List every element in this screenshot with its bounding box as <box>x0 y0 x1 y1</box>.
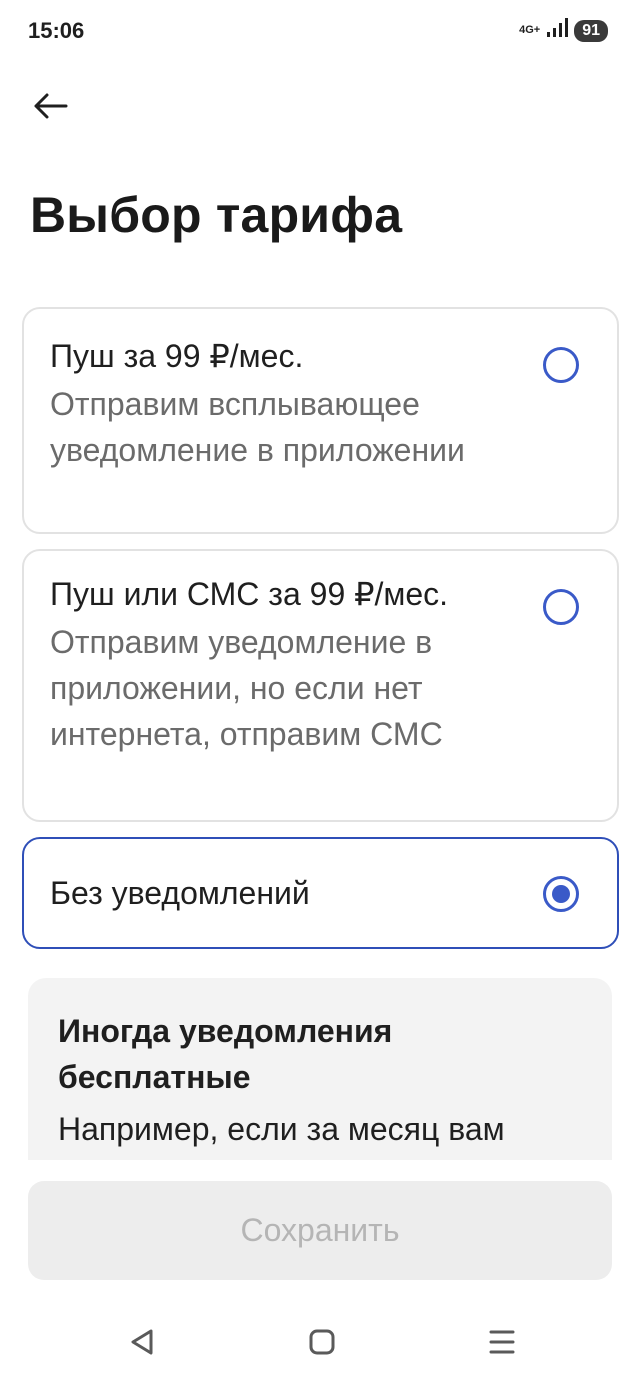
nav-home-button[interactable] <box>300 1322 344 1366</box>
option-title: Пуш за 99 ₽/мес. <box>50 338 304 374</box>
tariff-option-push-or-sms[interactable]: Пуш или СМС за 99 ₽/мес. Отправим уведом… <box>22 549 619 822</box>
info-panel: Иногда уведомления бесплатные Например, … <box>28 978 612 1160</box>
info-title: Иногда уведомления бесплатные <box>58 1013 393 1095</box>
menu-lines-icon <box>488 1329 516 1360</box>
nav-back-button[interactable] <box>120 1322 164 1366</box>
radio-unchecked-icon[interactable] <box>543 589 579 625</box>
option-title: Без уведомлений <box>50 875 310 911</box>
status-icons: 4G+ 91 <box>519 18 608 43</box>
info-text: Например, если за месяц вам <box>58 1111 505 1147</box>
nav-menu-button[interactable] <box>480 1322 524 1366</box>
status-time: 15:06 <box>28 18 85 43</box>
system-nav-bar <box>0 1300 640 1387</box>
triangle-back-icon <box>129 1328 155 1361</box>
radio-checked-icon[interactable] <box>543 876 579 912</box>
save-button[interactable]: Сохранить <box>28 1181 612 1280</box>
network-type: 4G+ <box>519 24 541 36</box>
radio-unchecked-icon[interactable] <box>543 347 579 383</box>
square-home-icon <box>308 1328 336 1361</box>
battery-indicator: 91 <box>574 19 608 42</box>
page-title: Выбор тарифа <box>30 187 403 243</box>
tariff-option-push[interactable]: Пуш за 99 ₽/мес. Отправим всплывающее ув… <box>22 307 619 534</box>
tariff-option-none[interactable]: Без уведомлений <box>22 837 619 949</box>
option-description: Отправим уведомление в приложении, но ес… <box>50 624 443 752</box>
arrow-left-icon <box>32 92 68 125</box>
signal-icon <box>546 18 569 43</box>
back-button[interactable] <box>24 82 76 134</box>
status-bar: 15:06 4G+ 91 <box>0 0 640 62</box>
option-description: Отправим всплывающее уведомление в прило… <box>50 386 465 468</box>
option-title: Пуш или СМС за 99 ₽/мес. <box>50 576 449 612</box>
